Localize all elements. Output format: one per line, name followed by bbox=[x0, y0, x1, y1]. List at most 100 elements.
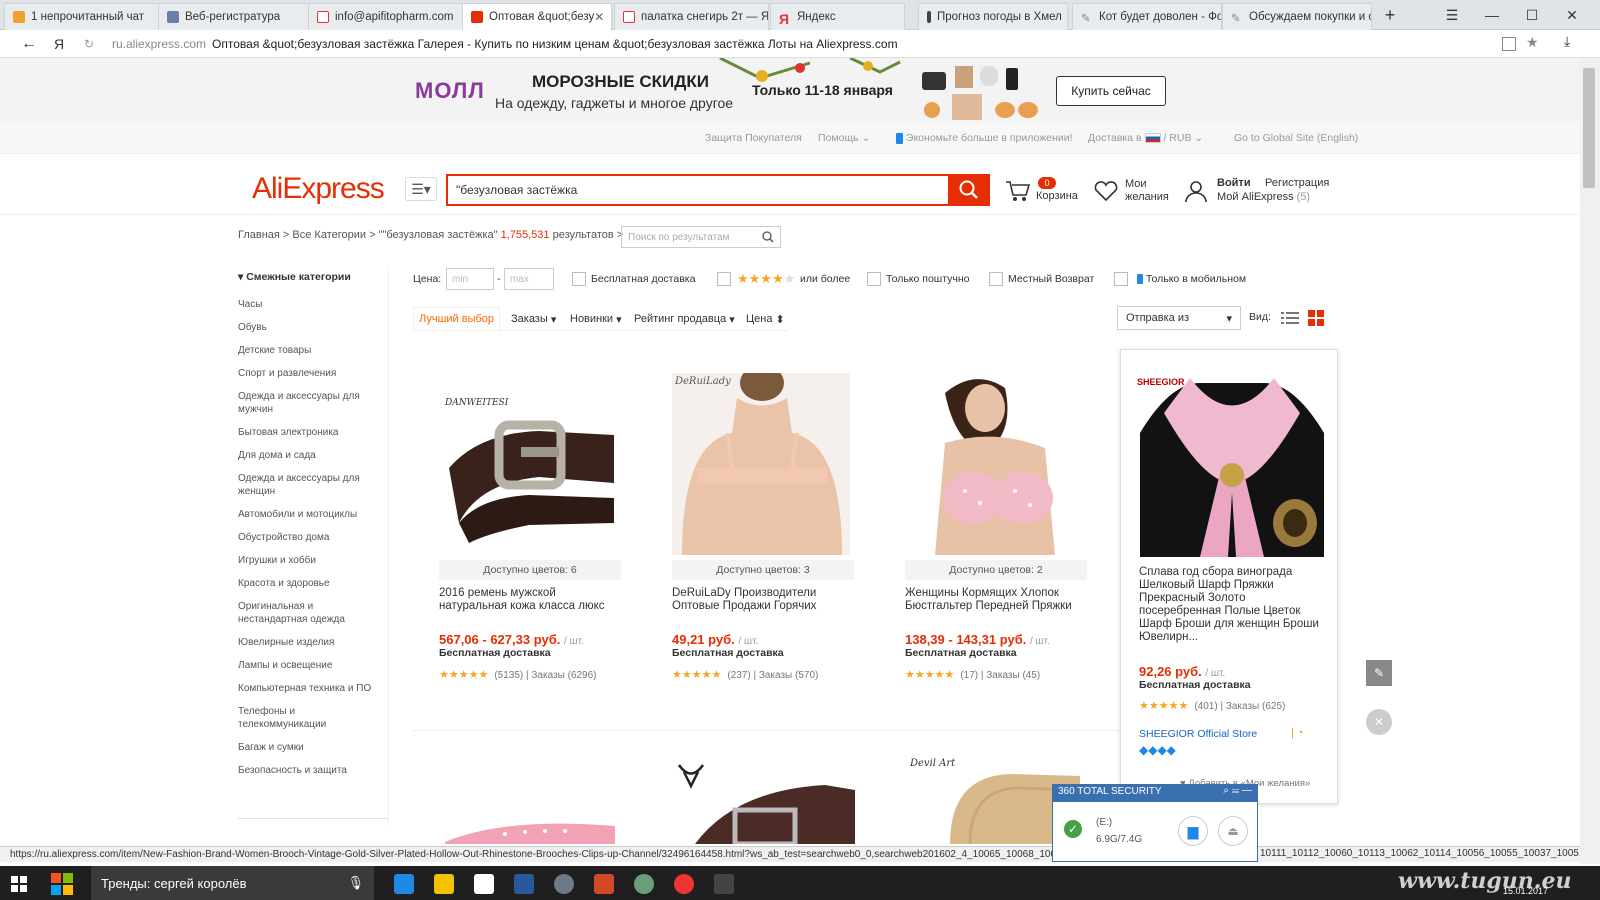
product-image-bra[interactable] bbox=[672, 373, 850, 555]
sidebar-item-home-improvement[interactable]: Обустройство дома bbox=[238, 531, 373, 544]
price-min-input[interactable]: min bbox=[446, 268, 494, 290]
sidebar-item-men-clothing[interactable]: Одежда и аксессуары для мужчин bbox=[238, 390, 373, 416]
powerpoint-icon[interactable] bbox=[594, 874, 614, 894]
search-input[interactable]: "безузловая застёжка bbox=[446, 174, 948, 206]
eject-icon[interactable]: ⏏ bbox=[1218, 816, 1248, 846]
reader-icon[interactable] bbox=[1502, 37, 1516, 51]
buyer-protection-link[interactable]: Защита Покупателя bbox=[705, 132, 802, 144]
product-image-scarf-brooch[interactable] bbox=[1140, 373, 1324, 557]
new-tab-button[interactable]: + bbox=[1370, 0, 1410, 30]
product-title[interactable]: DeRuiLaDy Производители Оптовые Продажи … bbox=[672, 587, 854, 613]
product-image-nursing-bra[interactable] bbox=[905, 373, 1083, 555]
download-icon[interactable]: ⤓ bbox=[1564, 33, 1570, 50]
help-link[interactable]: Помощь ⌄ bbox=[818, 132, 870, 144]
login-link[interactable]: Войти bbox=[1217, 177, 1251, 190]
sort-price[interactable]: Цена ⬍ bbox=[746, 307, 785, 331]
cart-label[interactable]: Корзина bbox=[1036, 190, 1078, 203]
bookmark-star-icon[interactable]: ★ bbox=[1526, 34, 1539, 51]
minimize-icon[interactable]: — bbox=[1472, 0, 1512, 30]
product-title[interactable]: Сплава год сбора винограда Шелковый Шарф… bbox=[1139, 566, 1319, 644]
maximize-icon[interactable]: ☐ bbox=[1512, 0, 1552, 30]
browser-menu-icon[interactable]: ☰ bbox=[1432, 0, 1472, 30]
cart-icon[interactable] bbox=[1005, 179, 1031, 203]
heart-icon[interactable] bbox=[1094, 181, 1118, 201]
sidebar-item-sports[interactable]: Спорт и развлечения bbox=[238, 367, 373, 380]
my-aliexpress-link[interactable]: Мой AliExpress (5) bbox=[1217, 191, 1310, 204]
product-image-pink-belt[interactable] bbox=[445, 812, 615, 844]
folder-icon[interactable]: ▆ bbox=[1178, 816, 1208, 846]
reload-icon[interactable]: ↻ bbox=[74, 37, 104, 51]
yandex-button[interactable]: Я bbox=[44, 36, 74, 52]
delivery-selector[interactable]: Доставка в / RUB ⌄ bbox=[1088, 132, 1203, 144]
breadcrumb[interactable]: Главная > Все Категории > ""безузловая з… bbox=[238, 229, 623, 241]
scrollbar-thumb[interactable] bbox=[1583, 68, 1595, 188]
local-return-checkbox[interactable] bbox=[989, 272, 1003, 286]
windows-start-icon[interactable] bbox=[11, 876, 27, 892]
taskbar-search[interactable]: Тренды: сергей королёв 🎙 bbox=[91, 866, 374, 900]
store-icon[interactable] bbox=[474, 874, 494, 894]
aliexpress-logo[interactable]: AliExpress bbox=[252, 172, 385, 206]
browser-tab[interactable]: ✎ Обсуждаем покупки и с bbox=[1222, 3, 1372, 30]
register-link[interactable]: Регистрация bbox=[1265, 177, 1329, 190]
sort-best-match[interactable]: Лучший выбор bbox=[413, 307, 501, 331]
word-icon[interactable] bbox=[514, 874, 534, 894]
app-icon[interactable] bbox=[554, 874, 574, 894]
sidebar-item-beauty[interactable]: Красота и здоровье bbox=[238, 577, 373, 590]
sidebar-item-computers[interactable]: Компьютерная техника и ПО bbox=[238, 682, 373, 695]
global-site-link[interactable]: Go to Global Site (English) bbox=[1234, 132, 1358, 144]
sidebar-item-jewelry[interactable]: Ювелирные изделия bbox=[238, 636, 373, 649]
free-shipping-checkbox[interactable] bbox=[572, 272, 586, 286]
rating-checkbox[interactable] bbox=[717, 272, 731, 286]
product-title[interactable]: Женщины Кормящих Хлопок Бюстгальтер Пере… bbox=[905, 587, 1087, 613]
search-within-results-input[interactable]: Поиск по результатам bbox=[621, 226, 781, 248]
browser-tab[interactable]: Веб-регистратура bbox=[158, 3, 313, 30]
sidebar-item-phones[interactable]: Телефоны и телекоммуникации bbox=[238, 705, 373, 731]
app-icon[interactable] bbox=[634, 874, 654, 894]
list-view-icon[interactable] bbox=[1281, 310, 1299, 326]
browser-tab[interactable]: палатка снегирь 2т — Я bbox=[614, 3, 769, 30]
app-link[interactable]: Экономьте больше в приложении! bbox=[896, 132, 1073, 144]
browser-tab[interactable]: Прогноз погоды в Хмел bbox=[918, 3, 1068, 30]
app-icon[interactable] bbox=[714, 874, 734, 894]
buy-now-button[interactable]: Купить сейчас bbox=[1056, 76, 1166, 106]
sidebar-item-watches[interactable]: Часы bbox=[238, 298, 373, 311]
back-button[interactable]: ← bbox=[14, 35, 44, 53]
single-item-checkbox[interactable] bbox=[867, 272, 881, 286]
search-button[interactable] bbox=[948, 174, 990, 206]
related-categories-title[interactable]: ▾ Смежные категории bbox=[238, 271, 351, 283]
browser-tab[interactable]: ✎ Кот будет доволен - Фо bbox=[1072, 3, 1222, 30]
ship-from-select[interactable]: Отправка из ▾ bbox=[1117, 306, 1241, 330]
price-max-input[interactable]: max bbox=[504, 268, 554, 290]
search-icon[interactable] bbox=[762, 231, 774, 243]
sidebar-item-lights[interactable]: Лампы и освещение bbox=[238, 659, 373, 672]
product-image-belt[interactable] bbox=[439, 373, 617, 555]
sidebar-item-electronics[interactable]: Бытовая электроника bbox=[238, 426, 373, 439]
wishlist-link[interactable]: Мои желания bbox=[1125, 178, 1169, 204]
product-title[interactable]: 2016 ремень мужской натуральная кожа кла… bbox=[439, 587, 621, 613]
edit-tool-button[interactable]: ✎ bbox=[1366, 660, 1392, 686]
yandex-browser-icon[interactable] bbox=[674, 874, 694, 894]
browser-tab-active[interactable]: Оптовая &quot;безу ✕ bbox=[462, 3, 612, 30]
grid-view-icon[interactable] bbox=[1308, 310, 1324, 326]
product-image-black-belt[interactable] bbox=[695, 780, 855, 844]
browser-tab[interactable]: 1 непрочитанный чат bbox=[4, 3, 159, 30]
sidebar-item-security[interactable]: Безопасность и защита bbox=[238, 764, 373, 777]
mobile-only-checkbox[interactable] bbox=[1114, 272, 1128, 286]
file-explorer-icon[interactable] bbox=[434, 874, 454, 894]
sidebar-item-women-clothing[interactable]: Одежда и аксессуары для женщин bbox=[238, 472, 373, 498]
sidebar-item-home-garden[interactable]: Для дома и сада bbox=[238, 449, 373, 462]
sidebar-item-kids[interactable]: Детские товары bbox=[238, 344, 373, 357]
microphone-icon[interactable]: 🎙 bbox=[347, 875, 364, 891]
sidebar-item-auto[interactable]: Автомобили и мотоциклы bbox=[238, 508, 373, 521]
sidebar-item-novelty[interactable]: Оригинальная и нестандартная одежда bbox=[238, 600, 373, 626]
popup-controls-icon[interactable]: ⌕ ☰ — bbox=[1223, 785, 1252, 796]
user-icon[interactable] bbox=[1184, 179, 1208, 203]
url-text[interactable]: ru.aliexpress.com bbox=[112, 37, 206, 51]
close-window-icon[interactable]: ✕ bbox=[1552, 0, 1592, 30]
sidebar-item-luggage[interactable]: Багаж и сумки bbox=[238, 741, 373, 754]
sidebar-item-shoes[interactable]: Обувь bbox=[238, 321, 373, 334]
category-menu-button[interactable]: ☰▾ bbox=[405, 177, 437, 201]
sort-orders[interactable]: Заказы ▾ bbox=[511, 307, 556, 331]
sort-new[interactable]: Новинки ▾ bbox=[570, 307, 622, 331]
windows-logo-icon[interactable] bbox=[51, 873, 73, 895]
